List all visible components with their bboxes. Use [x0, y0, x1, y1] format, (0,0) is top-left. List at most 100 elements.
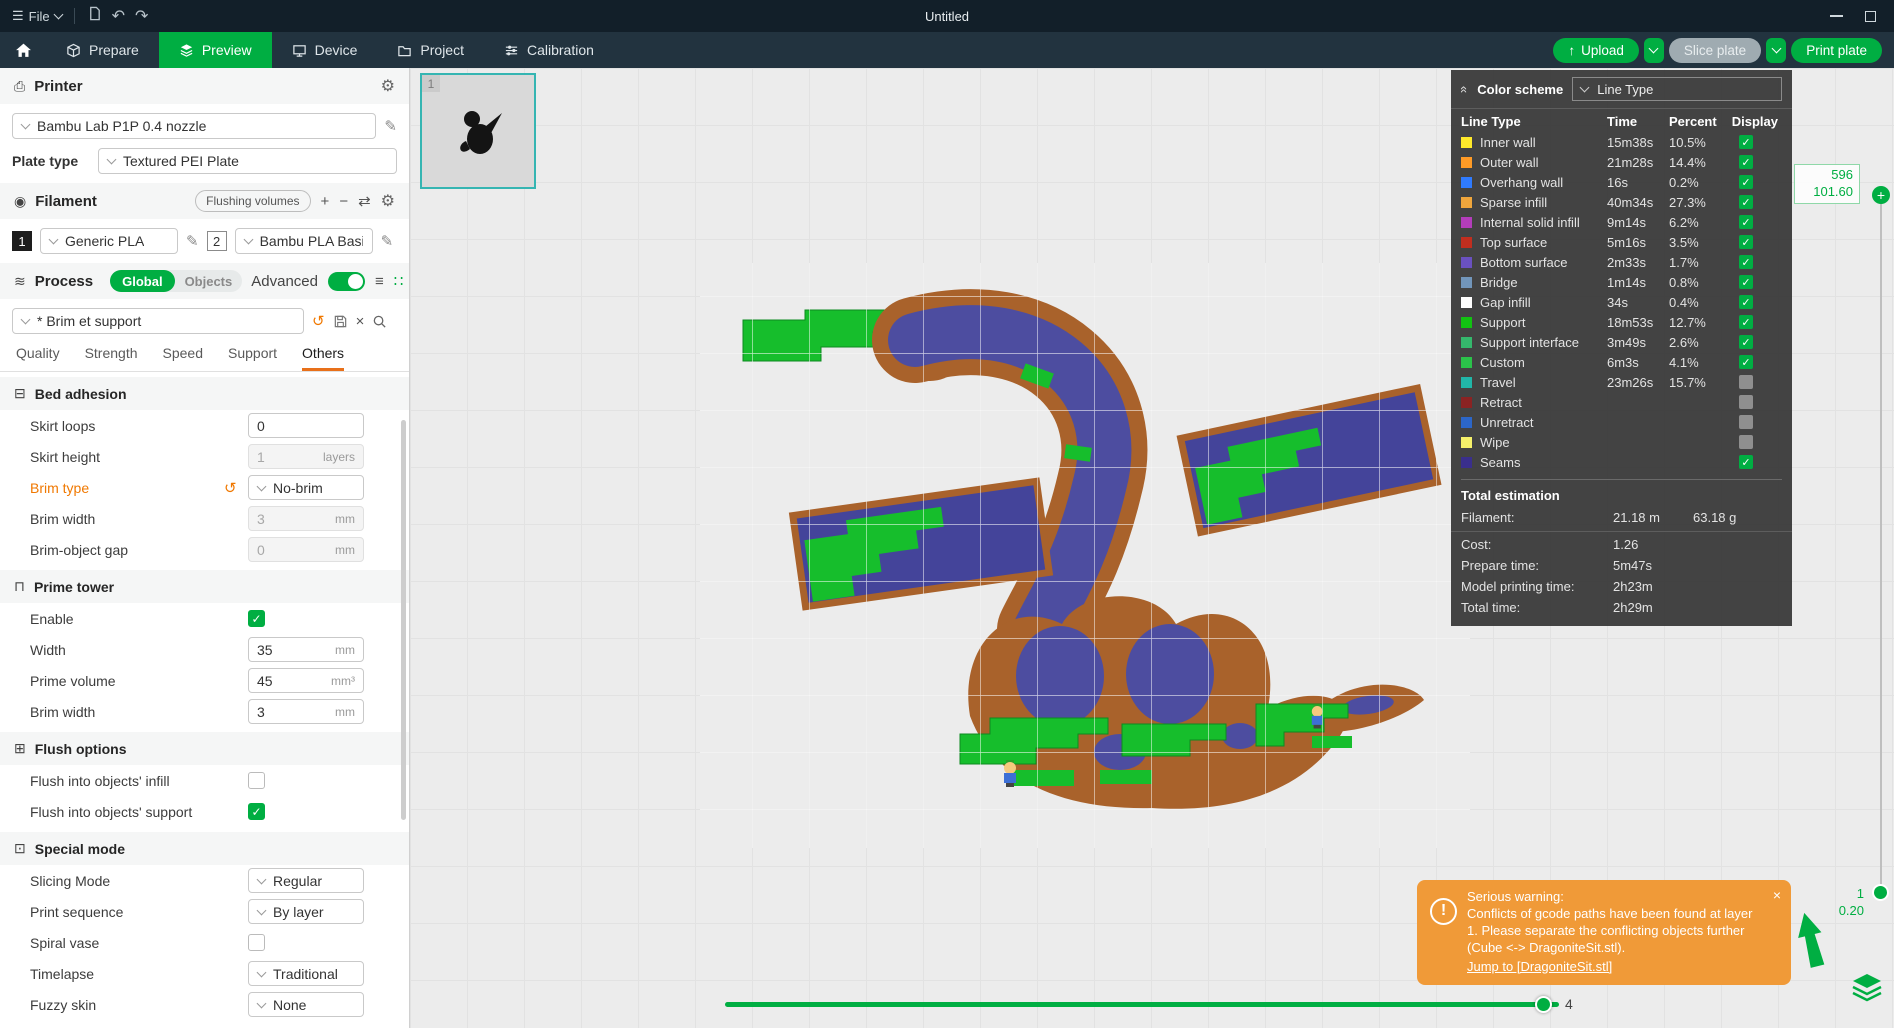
filament-settings-gear-icon[interactable]: ⚙: [381, 191, 395, 211]
undo-icon[interactable]: ↶: [112, 6, 125, 26]
tab-calibration[interactable]: Calibration: [484, 32, 614, 68]
select[interactable]: No-brim: [248, 475, 364, 500]
select[interactable]: Traditional: [248, 961, 364, 986]
display-checkbox[interactable]: ✓: [1739, 355, 1753, 369]
plate-type-select[interactable]: Textured PEI Plate: [98, 148, 397, 174]
edit-printer-icon[interactable]: ✎: [384, 117, 397, 135]
checkbox[interactable]: ✓: [248, 803, 265, 820]
maximize-button[interactable]: [1865, 10, 1876, 22]
display-checkbox[interactable]: ✓: [1739, 155, 1753, 169]
reset-preset-icon[interactable]: ↺: [312, 312, 325, 330]
upload-button[interactable]: ↑ Upload: [1553, 37, 1639, 63]
minimize-button[interactable]: [1830, 15, 1843, 17]
filament-2-select[interactable]: Bambu PLA Basic: [234, 228, 373, 254]
process-preset-select[interactable]: * Brim et support: [12, 308, 304, 334]
tab-project[interactable]: Project: [377, 32, 484, 68]
upload-dropdown-button[interactable]: [1643, 37, 1664, 63]
add-filament-icon[interactable]: +: [321, 193, 330, 210]
layer-slider-add-button[interactable]: +: [1872, 186, 1890, 204]
tab-strength[interactable]: Strength: [85, 338, 138, 371]
input-field[interactable]: 1 layers: [248, 444, 364, 469]
printer-select[interactable]: Bambu Lab P1P 0.4 nozzle: [12, 113, 377, 139]
close-icon[interactable]: ×: [1773, 886, 1781, 904]
delete-preset-icon[interactable]: ×: [356, 313, 365, 330]
filament-slot-1[interactable]: 1: [12, 231, 32, 251]
objects-toggle[interactable]: Objects: [175, 274, 243, 289]
slice-dropdown-button[interactable]: [1766, 37, 1787, 63]
display-checkbox[interactable]: [1739, 435, 1753, 449]
percent-value: 0.8%: [1669, 274, 1699, 290]
revert-icon[interactable]: ↺: [224, 479, 237, 497]
display-checkbox[interactable]: ✓: [1739, 195, 1753, 209]
collapse-panel-icon[interactable]: «: [1457, 85, 1472, 92]
input-field[interactable]: 0: [248, 413, 364, 438]
global-toggle[interactable]: Global: [110, 270, 175, 292]
tab-support[interactable]: Support: [228, 338, 277, 371]
save-project-icon[interactable]: [87, 6, 102, 26]
display-checkbox[interactable]: ✓: [1739, 255, 1753, 269]
tab-others[interactable]: Others: [302, 338, 345, 371]
display-checkbox[interactable]: ✓: [1739, 175, 1753, 189]
layer-slider-track[interactable]: [1880, 196, 1882, 892]
redo-icon[interactable]: ↷: [135, 6, 148, 26]
display-checkbox[interactable]: ✓: [1739, 275, 1753, 289]
display-checkbox[interactable]: ✓: [1739, 235, 1753, 249]
color-scheme-select[interactable]: Line Type: [1572, 77, 1782, 101]
layers-view-icon[interactable]: [1850, 971, 1884, 1005]
total-row: Prepare time: 5m47s: [1451, 555, 1792, 576]
setting-label: Enable: [30, 610, 74, 627]
file-menu[interactable]: ☰ File: [12, 8, 64, 24]
home-button[interactable]: [0, 32, 46, 68]
input-field[interactable]: 35 mm: [248, 637, 364, 662]
tab-prepare[interactable]: Prepare: [46, 32, 159, 68]
viewport-3d[interactable]: 1 « Color scheme Line Type Line Type Tim…: [410, 68, 1894, 1028]
sidebar-scrollbar[interactable]: [401, 420, 406, 820]
save-preset-icon[interactable]: [333, 314, 348, 329]
print-plate-button[interactable]: Print plate: [1791, 37, 1882, 63]
printer-settings-gear-icon[interactable]: ⚙: [381, 76, 395, 96]
remove-filament-icon[interactable]: −: [339, 193, 348, 210]
flushing-volumes-button[interactable]: Flushing volumes: [195, 190, 311, 212]
sync-filament-icon[interactable]: ⇄: [358, 192, 371, 210]
display-checkbox[interactable]: ✓: [1739, 215, 1753, 229]
line-color-swatch: [1461, 376, 1472, 388]
display-checkbox[interactable]: [1739, 395, 1753, 409]
input-field[interactable]: 3 mm: [248, 506, 364, 531]
plate-type-label: Plate type: [12, 153, 79, 169]
list-view-icon[interactable]: ≡: [375, 273, 384, 290]
input-field[interactable]: 3 mm: [248, 699, 364, 724]
warning-jump-link[interactable]: Jump to [DragoniteSit.stl]: [1467, 959, 1612, 976]
slice-plate-button[interactable]: Slice plate: [1668, 37, 1762, 63]
input-field[interactable]: 45 mm³: [248, 668, 364, 693]
display-checkbox[interactable]: ✓: [1739, 315, 1753, 329]
display-checkbox[interactable]: [1739, 375, 1753, 389]
select[interactable]: None: [248, 992, 364, 1017]
checkbox[interactable]: [248, 772, 265, 789]
advanced-toggle[interactable]: [327, 271, 365, 291]
input-field[interactable]: 0 mm: [248, 537, 364, 562]
move-slider-track[interactable]: [725, 1002, 1559, 1007]
display-checkbox[interactable]: ✓: [1739, 135, 1753, 149]
display-checkbox[interactable]: [1739, 415, 1753, 429]
tab-speed[interactable]: Speed: [163, 338, 203, 371]
tab-device[interactable]: Device: [272, 32, 378, 68]
edit-filament-2-icon[interactable]: ✎: [381, 232, 394, 250]
display-checkbox[interactable]: ✓: [1739, 295, 1753, 309]
checkbox[interactable]: ✓: [248, 610, 265, 627]
move-slider-handle[interactable]: [1535, 996, 1552, 1013]
plate-thumbnail[interactable]: 1: [420, 73, 536, 189]
select[interactable]: Regular: [248, 868, 364, 893]
checkbox[interactable]: [248, 934, 265, 951]
select[interactable]: By layer: [248, 899, 364, 924]
edit-filament-1-icon[interactable]: ✎: [186, 232, 199, 250]
layer-slider-bottom-handle[interactable]: [1872, 884, 1889, 901]
tab-quality[interactable]: Quality: [16, 338, 60, 371]
filament-1-select[interactable]: Generic PLA: [40, 228, 178, 254]
filament-slot-2[interactable]: 2: [206, 231, 227, 251]
tab-preview[interactable]: Preview: [158, 32, 272, 68]
jump-arrow-icon[interactable]: [1796, 910, 1826, 970]
display-checkbox[interactable]: ✓: [1739, 455, 1753, 469]
display-checkbox[interactable]: ✓: [1739, 335, 1753, 349]
compare-presets-icon[interactable]: ∷: [394, 272, 404, 290]
search-icon[interactable]: [372, 314, 387, 329]
